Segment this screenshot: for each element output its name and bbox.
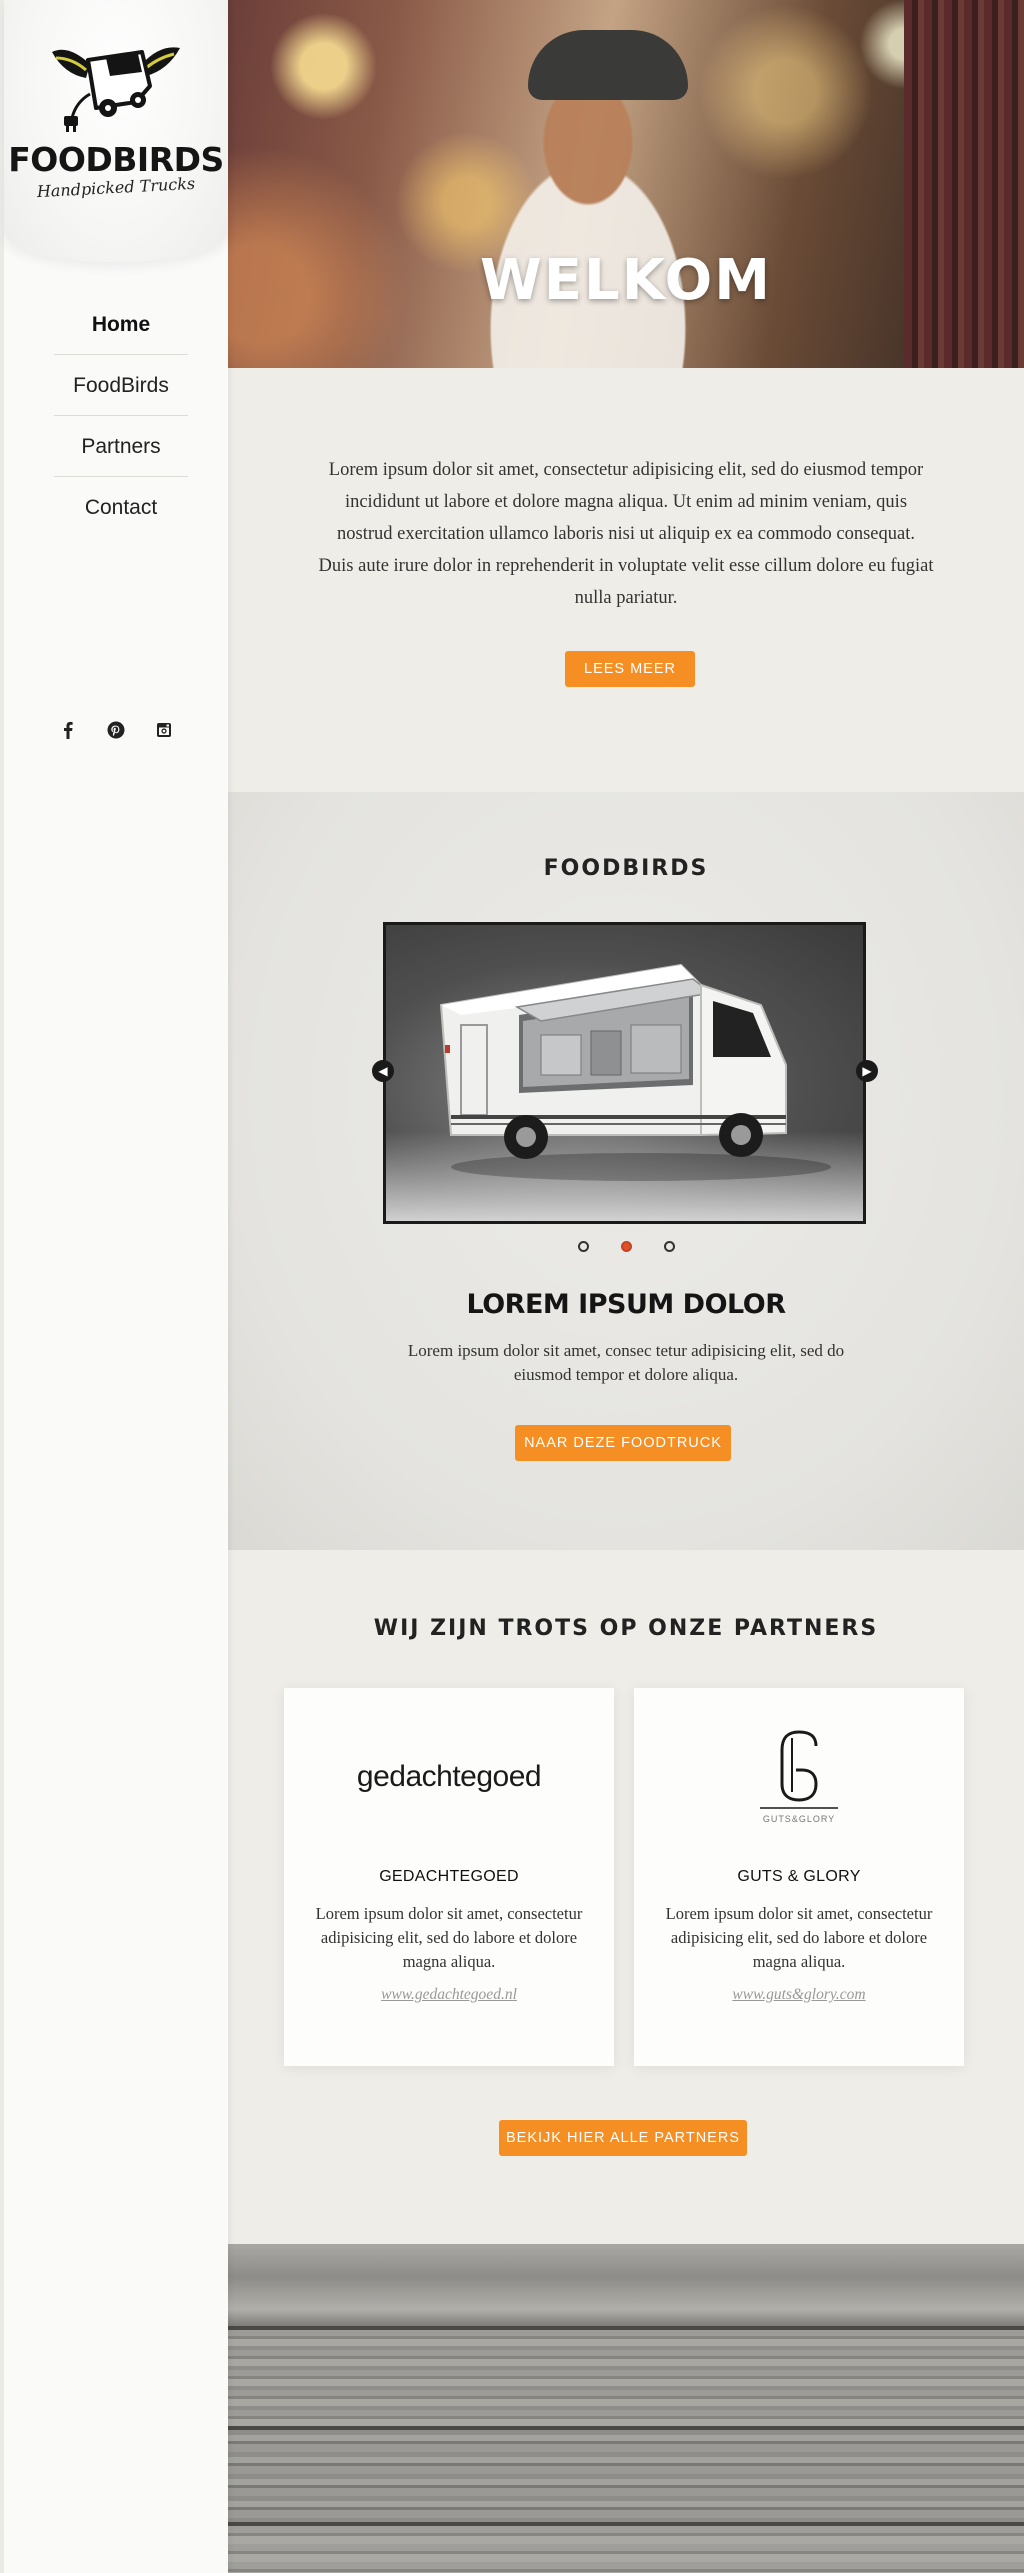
partner-name: GUTS & GLORY [737, 1868, 861, 1885]
slider-dot-1[interactable] [577, 1241, 589, 1252]
main-content: WELKOM Lorem ipsum dolor sit amet, conse… [228, 0, 1024, 2573]
main-navigation: Home FoodBirds Partners Contact [54, 294, 188, 538]
slider-dot-2[interactable] [620, 1241, 632, 1252]
intro-text: Lorem ipsum dolor sit amet, consectetur … [318, 460, 934, 608]
read-more-button[interactable]: LEES MEER [565, 651, 695, 687]
partner-card-guts-glory: GUTS&GLORY GUTS & GLORY Lorem ipsum dolo… [634, 1688, 964, 2066]
slider-prev-button[interactable]: ◀ [372, 1060, 394, 1082]
view-all-partners-button[interactable]: BEKIJK HIER ALLE PARTNERS [499, 2120, 747, 2156]
partner-card-gedachtegoed: gedachtegoed GEDACHTEGOED Lorem ipsum do… [284, 1688, 614, 2066]
instagram-icon[interactable] [152, 718, 176, 742]
gedachtegoed-logo: gedachtegoed [356, 1760, 542, 1793]
slide-title: LOREM IPSUM DOLOR [466, 1289, 786, 1320]
go-to-foodtruck-button[interactable]: NAAR DEZE FOODTRUCK [515, 1425, 731, 1461]
nav-item-contact[interactable]: Contact [54, 477, 188, 538]
social-links [56, 718, 176, 742]
nav-item-home[interactable]: Home [54, 294, 188, 355]
intro-section: Lorem ipsum dolor sit amet, consectetur … [228, 368, 1024, 792]
slide-text: Lorem ipsum dolor sit amet, consec tetur… [407, 1341, 845, 1384]
svg-text:GUTS&GLORY: GUTS&GLORY [763, 1814, 835, 1824]
slider-next-button[interactable]: ▶ [856, 1060, 878, 1082]
foodtruck-slider-image[interactable] [383, 922, 866, 1224]
partner-description: Lorem ipsum dolor sit amet, consectetur … [315, 1904, 583, 1971]
hero-photo-cap [528, 30, 688, 100]
pinterest-icon[interactable] [104, 718, 128, 742]
flying-truck-logo-icon [52, 47, 180, 132]
logo[interactable]: FOODBIRDS Handpicked Trucks [4, 0, 228, 262]
sidebar: FOODBIRDS Handpicked Trucks Home FoodBir… [0, 0, 228, 2573]
partners-section: WIJ ZIJN TROTS OP ONZE PARTNERS gedachte… [228, 1550, 1024, 2244]
foodbirds-section: FOODBIRDS ◀ ▶ LOREM IPSUM DOLOR Lorem ip… [228, 792, 1024, 1550]
partners-title: WIJ ZIJN TROTS OP ONZE PARTNERS [373, 1616, 879, 1641]
food-truck-illustration [439, 963, 831, 1181]
slider-pagination [228, 1241, 1024, 1252]
partner-website-link[interactable]: www.guts&glory.com [634, 1986, 964, 2004]
partner-name: GEDACHTEGOED [379, 1868, 519, 1885]
nav-item-foodbirds[interactable]: FoodBirds [54, 355, 188, 416]
nav-item-partners[interactable]: Partners [54, 416, 188, 477]
guts-glory-logo: GUTS&GLORY [760, 1730, 838, 1824]
foodbirds-title: FOODBIRDS [543, 856, 709, 881]
facebook-icon[interactable] [56, 718, 80, 742]
partner-description: Lorem ipsum dolor sit amet, consectetur … [665, 1904, 933, 1971]
slider-dot-3[interactable] [663, 1241, 675, 1252]
wood-footer [228, 2244, 1024, 2573]
hero-banner: WELKOM [228, 0, 1024, 368]
partner-website-link[interactable]: www.gedachtegoed.nl [284, 1986, 614, 2004]
hero-title: WELKOM [480, 248, 772, 313]
